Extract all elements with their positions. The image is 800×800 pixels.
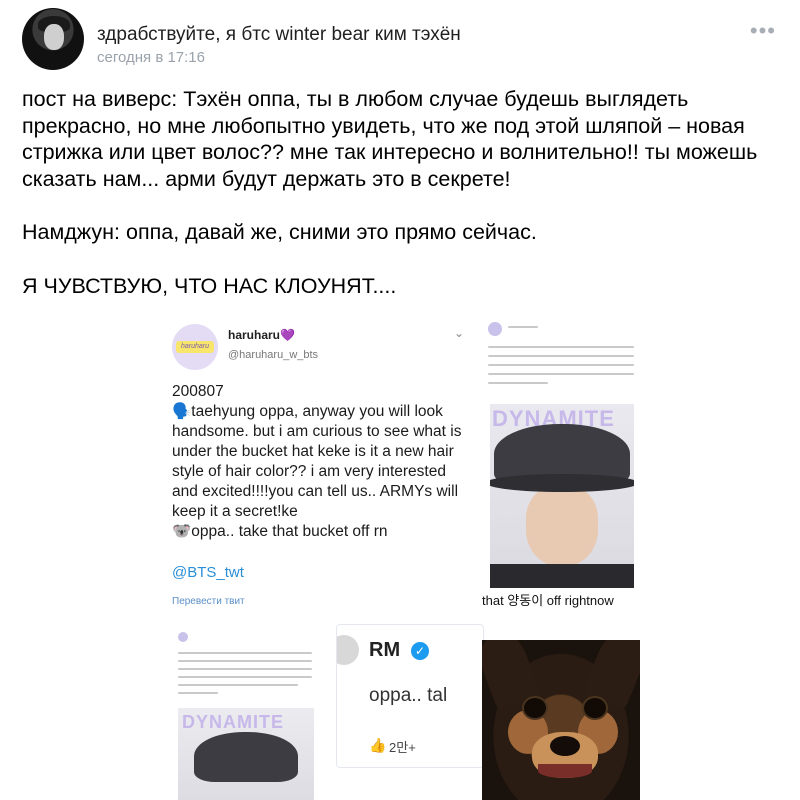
post-paragraph: пост на виверс: Тэхён оппа, ты в любом с… (22, 87, 758, 191)
rm-reply-card: RM ✓ oppa.. tal 👍 2만+ (336, 624, 484, 768)
mini-avatar (488, 322, 502, 336)
tweet-mention-link: @BTS_twt (172, 564, 244, 581)
tweet-name-text: haruharu (228, 328, 281, 342)
avatar-face (44, 24, 64, 50)
tweet-avatar: haruharu (172, 324, 218, 370)
mini-avatar (178, 632, 188, 642)
like-count: 2만+ (389, 740, 416, 755)
photo-caption: that 양동이 off rightnow (482, 593, 614, 608)
more-dots-icon[interactable]: ••• (750, 18, 776, 44)
post-time[interactable]: сегодня в 17:16 (97, 49, 205, 66)
tweet-avatar-label: haruharu (176, 341, 214, 353)
author-name[interactable]: здрабствуйте, я бтс winter bear ким тэхё… (97, 24, 461, 46)
dynamite-logo: DYNAMITE (182, 712, 284, 732)
tweet-author-name: haruharu💜 (228, 328, 295, 342)
bucket-hat (194, 732, 298, 782)
chevron-down-icon: ⌄ (454, 326, 465, 340)
dog-nose (550, 736, 580, 756)
shirt (490, 564, 634, 588)
post-header: здрабствуйте, я бтс winter bear ким тэхё… (22, 8, 782, 72)
heart-icon: 💜 (280, 328, 295, 342)
dog-mouth (538, 764, 592, 778)
person-in-bucket-hat-photo: DYNAMITE (178, 708, 314, 800)
hat-brim (490, 474, 634, 492)
mini-post-text (488, 322, 638, 392)
verified-check-icon: ✓ (411, 642, 429, 660)
tweet-screenshot: haruharu haruharu💜 @haruharu_w_bts ⌄ 200… (160, 318, 476, 618)
post-paragraph: Я ЧУВСТВУЮ, ЧТО НАС КЛОУНЯТ.... (22, 273, 397, 298)
person-in-bucket-hat-photo: DYNAMITE (490, 404, 634, 588)
post-image[interactable]: haruharu haruharu💜 @haruharu_w_bts ⌄ 200… (160, 318, 640, 800)
thumbs-up-icon: 👍 (369, 737, 387, 753)
tweet-handle: @haruharu_w_bts (228, 349, 319, 361)
rm-name: RM (369, 639, 401, 661)
dog-eye (522, 696, 548, 720)
post-text: пост на виверс: Тэхён оппа, ты в любом с… (22, 86, 782, 299)
chihuahua-photo (482, 640, 640, 800)
post-paragraph: Намджун: оппа, давай же, сними это прямо… (22, 220, 537, 244)
weverse-post-screenshot: DYNAMITE that 양동이 off rightnow (482, 318, 640, 630)
tweet-body: 200807 🗣️taehyung oppa, anyway you will … (172, 383, 462, 540)
author-avatar[interactable] (22, 8, 84, 70)
rm-reply-text: oppa.. tal (369, 685, 448, 706)
translate-tweet-link: Перевести твит (172, 596, 245, 607)
rm-avatar (337, 635, 359, 665)
face (526, 486, 598, 566)
weverse-post-screenshot-small: DYNAMITE (174, 626, 320, 800)
dog-eye (582, 696, 608, 720)
